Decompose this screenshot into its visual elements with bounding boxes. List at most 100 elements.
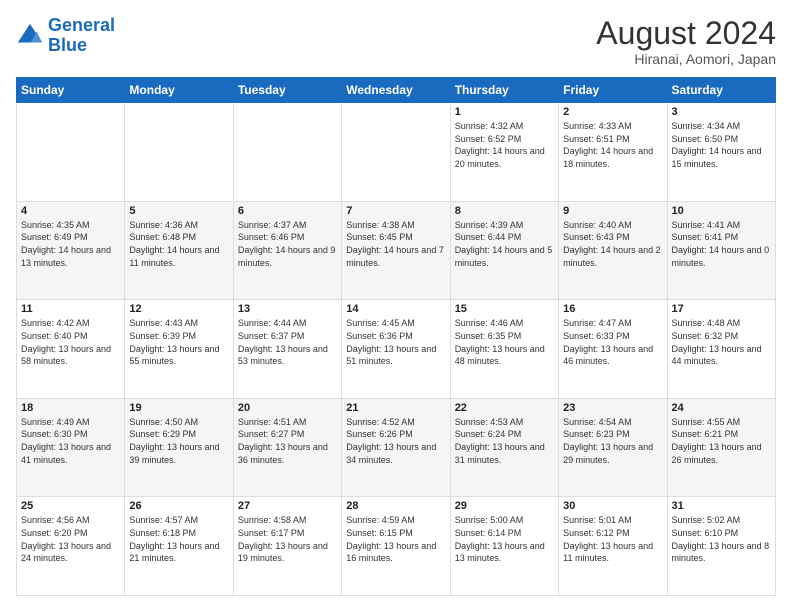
day-info: Sunrise: 4:50 AM Sunset: 6:29 PM Dayligh… bbox=[129, 416, 228, 466]
day-info: Sunrise: 4:59 AM Sunset: 6:15 PM Dayligh… bbox=[346, 514, 445, 564]
calendar-cell: 22 Sunrise: 4:53 AM Sunset: 6:24 PM Dayli… bbox=[450, 398, 558, 497]
day-info: Sunrise: 4:36 AM Sunset: 6:48 PM Dayligh… bbox=[129, 219, 228, 269]
day-info: Sunrise: 5:00 AM Sunset: 6:14 PM Dayligh… bbox=[455, 514, 554, 564]
title-block: August 2024 Hiranai, Aomori, Japan bbox=[596, 16, 776, 67]
day-number: 15 bbox=[455, 303, 554, 315]
calendar-cell: 23 Sunrise: 4:54 AM Sunset: 6:23 PM Dayli… bbox=[559, 398, 667, 497]
day-number: 22 bbox=[455, 402, 554, 414]
subtitle: Hiranai, Aomori, Japan bbox=[596, 51, 776, 67]
day-info: Sunrise: 5:02 AM Sunset: 6:10 PM Dayligh… bbox=[672, 514, 771, 564]
logo-icon bbox=[16, 22, 44, 50]
day-number: 7 bbox=[346, 205, 445, 217]
day-number: 1 bbox=[455, 106, 554, 118]
logo: General Blue bbox=[16, 16, 115, 56]
day-header-tuesday: Tuesday bbox=[233, 78, 341, 103]
day-number: 11 bbox=[21, 303, 120, 315]
day-number: 14 bbox=[346, 303, 445, 315]
calendar-cell bbox=[17, 103, 125, 202]
day-info: Sunrise: 4:39 AM Sunset: 6:44 PM Dayligh… bbox=[455, 219, 554, 269]
day-header-monday: Monday bbox=[125, 78, 233, 103]
calendar-cell: 21 Sunrise: 4:52 AM Sunset: 6:26 PM Dayli… bbox=[342, 398, 450, 497]
day-info: Sunrise: 4:47 AM Sunset: 6:33 PM Dayligh… bbox=[563, 317, 662, 367]
day-number: 20 bbox=[238, 402, 337, 414]
day-info: Sunrise: 4:35 AM Sunset: 6:49 PM Dayligh… bbox=[21, 219, 120, 269]
calendar-header-row: SundayMondayTuesdayWednesdayThursdayFrid… bbox=[17, 78, 776, 103]
calendar-cell: 19 Sunrise: 4:50 AM Sunset: 6:29 PM Dayli… bbox=[125, 398, 233, 497]
day-info: Sunrise: 4:44 AM Sunset: 6:37 PM Dayligh… bbox=[238, 317, 337, 367]
calendar-cell: 12Sunrise: 4:43 AM Sunset: 6:39 PM Dayli… bbox=[125, 300, 233, 399]
day-info: Sunrise: 4:54 AM Sunset: 6:23 PM Dayligh… bbox=[563, 416, 662, 466]
calendar-cell: 24 Sunrise: 4:55 AM Sunset: 6:21 PM Dayli… bbox=[667, 398, 775, 497]
day-info: Sunrise: 4:55 AM Sunset: 6:21 PM Dayligh… bbox=[672, 416, 771, 466]
calendar-cell: 11 Sunrise: 4:42 AM Sunset: 6:40 PM Dayli… bbox=[17, 300, 125, 399]
day-info: Sunrise: 4:57 AM Sunset: 6:18 PM Dayligh… bbox=[129, 514, 228, 564]
header: General Blue August 2024 Hiranai, Aomori… bbox=[16, 16, 776, 67]
calendar-cell: 8 Sunrise: 4:39 AM Sunset: 6:44 PM Daylig… bbox=[450, 201, 558, 300]
day-number: 16 bbox=[563, 303, 662, 315]
day-number: 3 bbox=[672, 106, 771, 118]
day-number: 17 bbox=[672, 303, 771, 315]
day-info: Sunrise: 4:48 AM Sunset: 6:32 PM Dayligh… bbox=[672, 317, 771, 367]
day-number: 2 bbox=[563, 106, 662, 118]
calendar-week-4: 18Sunrise: 4:49 AM Sunset: 6:30 PM Dayli… bbox=[17, 398, 776, 497]
calendar-cell: 14Sunrise: 4:45 AM Sunset: 6:36 PM Dayli… bbox=[342, 300, 450, 399]
day-info: Sunrise: 4:52 AM Sunset: 6:26 PM Dayligh… bbox=[346, 416, 445, 466]
calendar-cell: 28 Sunrise: 4:59 AM Sunset: 6:15 PM Dayli… bbox=[342, 497, 450, 596]
day-info: Sunrise: 4:56 AM Sunset: 6:20 PM Dayligh… bbox=[21, 514, 120, 564]
day-number: 28 bbox=[346, 500, 445, 512]
day-info: Sunrise: 4:37 AM Sunset: 6:46 PM Dayligh… bbox=[238, 219, 337, 269]
calendar-cell: 27 Sunrise: 4:58 AM Sunset: 6:17 PM Dayli… bbox=[233, 497, 341, 596]
calendar-cell: 5Sunrise: 4:36 AM Sunset: 6:48 PM Daylig… bbox=[125, 201, 233, 300]
day-info: Sunrise: 4:46 AM Sunset: 6:35 PM Dayligh… bbox=[455, 317, 554, 367]
day-header-sunday: Sunday bbox=[17, 78, 125, 103]
calendar-cell: 30 Sunrise: 5:01 AM Sunset: 6:12 PM Dayli… bbox=[559, 497, 667, 596]
day-info: Sunrise: 4:32 AM Sunset: 6:52 PM Dayligh… bbox=[455, 120, 554, 170]
day-number: 21 bbox=[346, 402, 445, 414]
day-info: Sunrise: 4:33 AM Sunset: 6:51 PM Dayligh… bbox=[563, 120, 662, 170]
day-number: 23 bbox=[563, 402, 662, 414]
calendar-cell: 25 Sunrise: 4:56 AM Sunset: 6:20 PM Dayli… bbox=[17, 497, 125, 596]
day-header-wednesday: Wednesday bbox=[342, 78, 450, 103]
day-info: Sunrise: 4:34 AM Sunset: 6:50 PM Dayligh… bbox=[672, 120, 771, 170]
day-info: Sunrise: 4:41 AM Sunset: 6:41 PM Dayligh… bbox=[672, 219, 771, 269]
day-number: 4 bbox=[21, 205, 120, 217]
calendar-cell bbox=[342, 103, 450, 202]
day-number: 9 bbox=[563, 205, 662, 217]
main-title: August 2024 bbox=[596, 16, 776, 51]
calendar-week-3: 11 Sunrise: 4:42 AM Sunset: 6:40 PM Dayli… bbox=[17, 300, 776, 399]
day-info: Sunrise: 4:53 AM Sunset: 6:24 PM Dayligh… bbox=[455, 416, 554, 466]
calendar-cell: 29 Sunrise: 5:00 AM Sunset: 6:14 PM Dayli… bbox=[450, 497, 558, 596]
calendar-cell: 15 Sunrise: 4:46 AM Sunset: 6:35 PM Dayli… bbox=[450, 300, 558, 399]
day-info: Sunrise: 4:58 AM Sunset: 6:17 PM Dayligh… bbox=[238, 514, 337, 564]
day-number: 26 bbox=[129, 500, 228, 512]
calendar-cell: 18Sunrise: 4:49 AM Sunset: 6:30 PM Dayli… bbox=[17, 398, 125, 497]
day-number: 10 bbox=[672, 205, 771, 217]
day-info: Sunrise: 5:01 AM Sunset: 6:12 PM Dayligh… bbox=[563, 514, 662, 564]
calendar-week-1: 1 Sunrise: 4:32 AM Sunset: 6:52 PM Daylig… bbox=[17, 103, 776, 202]
calendar-week-2: 4 Sunrise: 4:35 AM Sunset: 6:49 PM Daylig… bbox=[17, 201, 776, 300]
calendar-cell: 26 Sunrise: 4:57 AM Sunset: 6:18 PM Dayli… bbox=[125, 497, 233, 596]
day-number: 8 bbox=[455, 205, 554, 217]
calendar-table: SundayMondayTuesdayWednesdayThursdayFrid… bbox=[16, 77, 776, 596]
day-number: 27 bbox=[238, 500, 337, 512]
day-number: 29 bbox=[455, 500, 554, 512]
day-info: Sunrise: 4:42 AM Sunset: 6:40 PM Dayligh… bbox=[21, 317, 120, 367]
day-info: Sunrise: 4:43 AM Sunset: 6:39 PM Dayligh… bbox=[129, 317, 228, 367]
calendar-cell: 13 Sunrise: 4:44 AM Sunset: 6:37 PM Dayli… bbox=[233, 300, 341, 399]
calendar-cell: 4 Sunrise: 4:35 AM Sunset: 6:49 PM Daylig… bbox=[17, 201, 125, 300]
day-number: 18 bbox=[21, 402, 120, 414]
day-number: 13 bbox=[238, 303, 337, 315]
day-number: 25 bbox=[21, 500, 120, 512]
day-number: 24 bbox=[672, 402, 771, 414]
day-number: 30 bbox=[563, 500, 662, 512]
logo-line1: General bbox=[48, 15, 115, 35]
calendar-cell: 3 Sunrise: 4:34 AM Sunset: 6:50 PM Daylig… bbox=[667, 103, 775, 202]
calendar-week-5: 25 Sunrise: 4:56 AM Sunset: 6:20 PM Dayli… bbox=[17, 497, 776, 596]
day-number: 6 bbox=[238, 205, 337, 217]
calendar-cell: 6 Sunrise: 4:37 AM Sunset: 6:46 PM Daylig… bbox=[233, 201, 341, 300]
calendar-cell: 1 Sunrise: 4:32 AM Sunset: 6:52 PM Daylig… bbox=[450, 103, 558, 202]
day-number: 19 bbox=[129, 402, 228, 414]
day-info: Sunrise: 4:38 AM Sunset: 6:45 PM Dayligh… bbox=[346, 219, 445, 269]
logo-line2: Blue bbox=[48, 35, 87, 55]
day-info: Sunrise: 4:40 AM Sunset: 6:43 PM Dayligh… bbox=[563, 219, 662, 269]
